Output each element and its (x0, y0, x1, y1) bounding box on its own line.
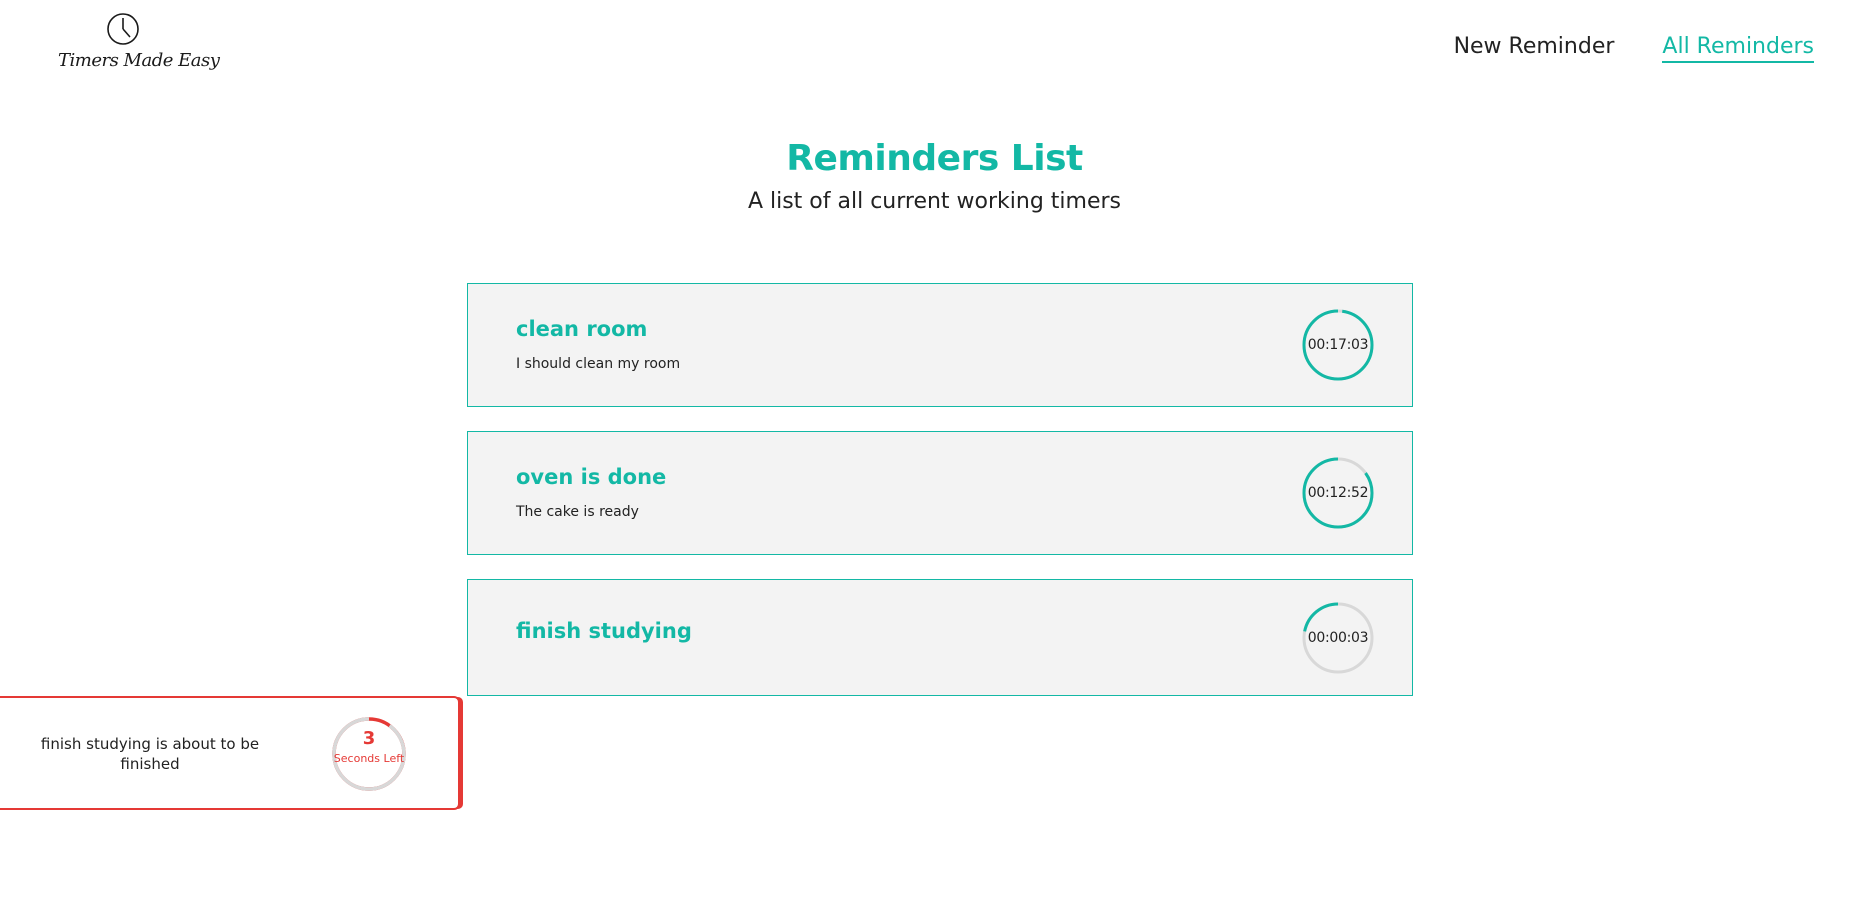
logo-text: Timers Made Easy (58, 50, 220, 71)
nav-new-reminder[interactable]: New Reminder (1454, 34, 1615, 63)
toast-message: finish studying is about to be finished (40, 735, 260, 773)
reminder-card[interactable]: oven is done The cake is ready 00:12:52 (467, 431, 1413, 555)
reminder-card[interactable]: clean room I should clean my room 00:17:… (467, 283, 1413, 407)
reminder-title: finish studying (516, 619, 692, 643)
reminder-description: The cake is ready (516, 504, 639, 520)
countdown-ring: 00:17:03 (1302, 309, 1374, 381)
page-title: Reminders List (786, 138, 1083, 179)
time-left: 00:00:03 (1307, 630, 1369, 646)
page: Timers Made Easy New Reminder All Remind… (0, 0, 1869, 899)
expiry-toast[interactable]: finish studying is about to be finished … (0, 696, 460, 810)
reminder-card[interactable]: finish studying 00:00:03 (467, 579, 1413, 696)
toast-seconds-label: Seconds Left (333, 752, 405, 765)
page-header: Reminders List A list of all current wor… (0, 138, 1869, 214)
clock-icon (107, 13, 139, 45)
toast-countdown-ring: 3 Seconds Left (331, 716, 407, 792)
countdown-ring: 00:12:52 (1302, 457, 1374, 529)
main-nav: New Reminder All Reminders (1454, 34, 1814, 63)
reminder-description: I should clean my room (516, 356, 681, 372)
toast-seconds-count: 3 (362, 728, 376, 749)
reminder-title: clean room (516, 317, 648, 341)
time-left: 00:12:52 (1307, 485, 1369, 501)
page-subtitle: A list of all current working timers (747, 189, 1122, 214)
brand-logo[interactable]: Timers Made Easy (58, 12, 220, 92)
nav-all-reminders[interactable]: All Reminders (1662, 34, 1814, 63)
time-left: 00:17:03 (1307, 337, 1369, 353)
reminder-title: oven is done (516, 465, 667, 489)
countdown-ring: 00:00:03 (1302, 602, 1374, 674)
